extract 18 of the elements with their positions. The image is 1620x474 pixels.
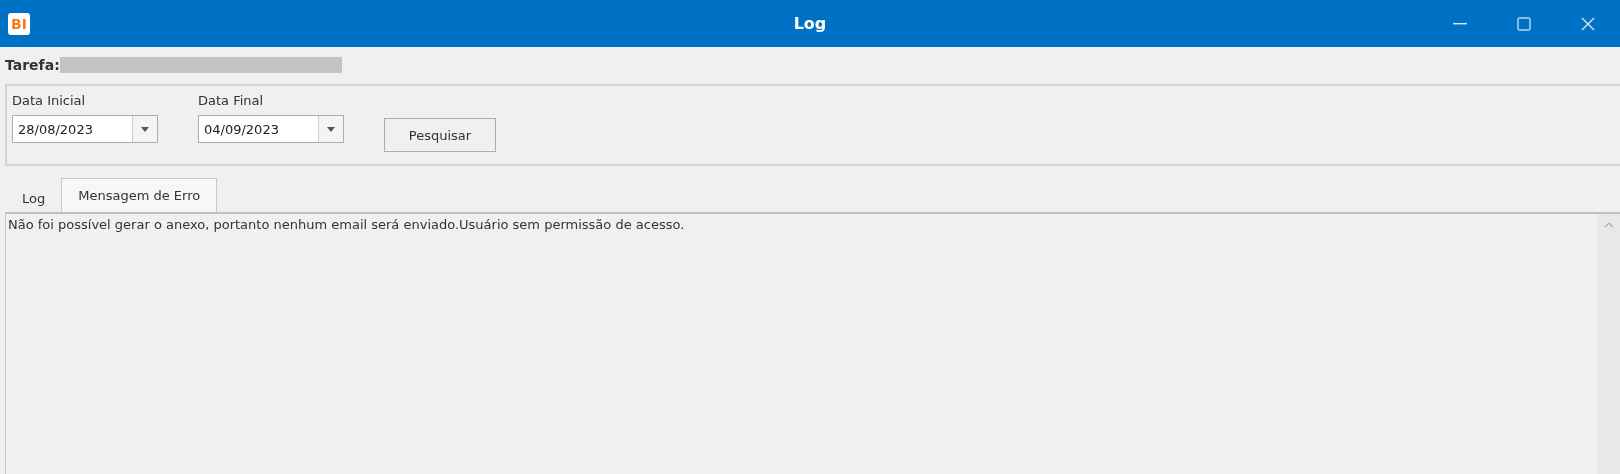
date-field[interactable]: 28/08/2023 — [12, 115, 158, 143]
dropdown-icon — [327, 126, 335, 132]
date-label: Data Inicial — [12, 93, 87, 108]
scroll-up-icon — [1603, 222, 1614, 228]
tab[interactable]: Mensagem de Erro — [61, 178, 218, 212]
minimize-icon — [1453, 22, 1467, 25]
maximize-icon — [1516, 15, 1532, 32]
close-icon — [1580, 15, 1596, 32]
error-message: Não foi possível gerar o anexo, portanto nenhum email será enviado.Usuário sem permissão de acesso. — [7, 216, 686, 234]
tab[interactable]: Log — [6, 184, 62, 212]
search-button[interactable]: Pesquisar — [384, 118, 496, 152]
date-label: Data Final — [198, 93, 265, 108]
date-field[interactable]: 04/09/2023 — [198, 115, 344, 143]
scrollbar[interactable] — [1597, 214, 1620, 474]
window-title: Log — [793, 14, 827, 33]
task-label: Tarefa: — [5, 57, 60, 73]
app-logo: BI — [8, 12, 30, 35]
dropdown-icon — [141, 126, 149, 132]
